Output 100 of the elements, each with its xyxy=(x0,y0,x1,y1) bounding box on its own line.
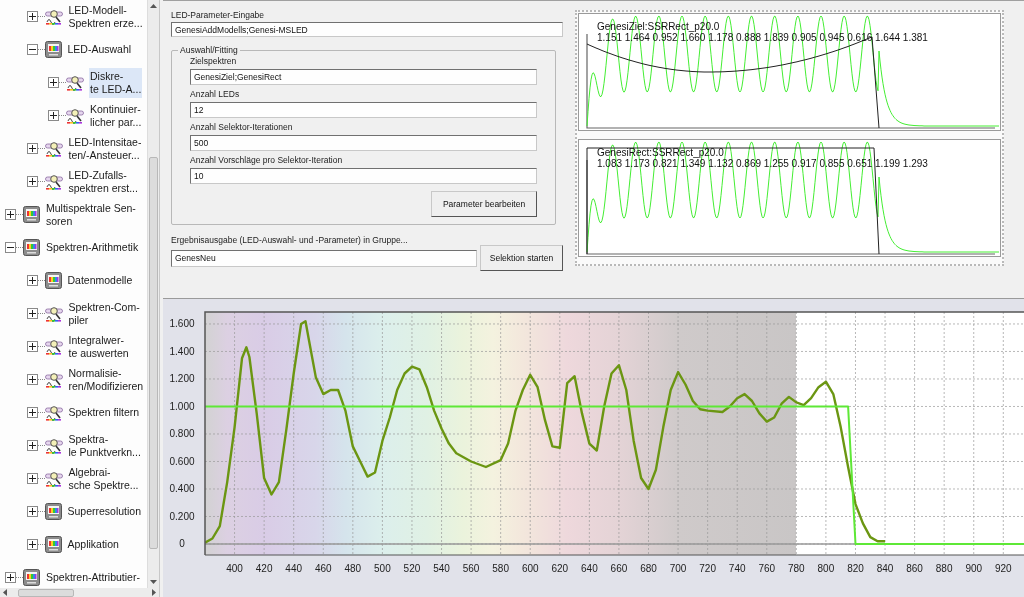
input-field[interactable]: 500 xyxy=(190,135,537,151)
x-tick-label: 780 xyxy=(788,563,805,574)
minus-icon xyxy=(7,244,14,251)
x-tick-label: 540 xyxy=(433,563,450,574)
scroll-down-icon[interactable] xyxy=(150,580,157,584)
input-field[interactable]: 10 xyxy=(190,168,537,184)
collapse-toggle[interactable] xyxy=(5,242,16,253)
parameter-input-field[interactable]: GenesiAddModells;Genesi-MSLED xyxy=(171,22,563,37)
plus-icon xyxy=(28,409,36,416)
tree-item[interactable]: Multispektrale Sen- soren xyxy=(45,199,137,230)
tree-item[interactable]: Integralwer- te auswerten xyxy=(67,331,130,362)
field-label: Anzahl Vorschläge pro Selektor-Iteration xyxy=(190,154,343,166)
expand-toggle[interactable] xyxy=(26,308,38,319)
scrollbar-thumb[interactable] xyxy=(18,589,74,597)
input-field[interactable]: 12 xyxy=(190,102,537,118)
x-tick-label: 760 xyxy=(758,563,776,574)
field-label: LED-Parameter-Eingabe xyxy=(171,9,265,21)
scroll-right-icon[interactable] xyxy=(152,589,156,596)
expand-toggle[interactable] xyxy=(26,440,38,451)
x-tick-label: 680 xyxy=(640,563,657,574)
tree-item[interactable]: Algebrai- sche Spektre... xyxy=(67,463,140,494)
magnifier-spectrum-icon xyxy=(44,470,63,487)
y-tick-label: 0 xyxy=(179,538,185,550)
x-tick-label: 620 xyxy=(551,563,569,574)
tree-item[interactable]: Spektren filtern xyxy=(67,404,141,421)
collapse-toggle[interactable] xyxy=(26,44,38,55)
y-tick-label: 1.000 xyxy=(169,401,195,412)
magnifier-spectrum-icon xyxy=(44,305,63,322)
x-tick-label: 740 xyxy=(728,563,746,574)
magnifier-spectrum-icon xyxy=(66,107,84,124)
expand-toggle[interactable] xyxy=(5,209,16,220)
tree-item[interactable]: Superresolution xyxy=(66,503,143,520)
y-tick-label: 0.800 xyxy=(169,428,195,440)
plus-icon xyxy=(28,178,36,185)
vertical-scrollbar[interactable] xyxy=(147,0,159,588)
x-tick-label: 580 xyxy=(492,563,509,574)
x-tick-label: 480 xyxy=(344,563,362,574)
x-tick-label: 500 xyxy=(374,563,391,574)
tree-item[interactable]: Normalisie- ren/Modifizieren xyxy=(67,364,145,395)
tree-item[interactable]: Kontinuier- licher par... xyxy=(89,100,143,131)
edit-parameters-button[interactable]: Parameter bearbeiten xyxy=(431,191,537,217)
x-tick-label: 800 xyxy=(817,563,835,574)
field-label: Zielspektren xyxy=(190,55,237,67)
y-tick-label: 1.200 xyxy=(169,373,195,385)
x-tick-label: 720 xyxy=(699,563,716,574)
plus-icon xyxy=(28,277,36,284)
x-tick-label: 920 xyxy=(994,563,1012,574)
y-tick-label: 0.600 xyxy=(169,456,195,467)
tree-item[interactable]: LED-Zufalls- spektren erst... xyxy=(67,166,139,197)
magnifier-spectrum-icon xyxy=(44,8,63,25)
expand-toggle[interactable] xyxy=(26,275,38,286)
x-tick-label: 520 xyxy=(403,563,421,574)
expand-toggle[interactable] xyxy=(48,77,59,88)
expand-toggle[interactable] xyxy=(26,143,38,154)
expand-toggle[interactable] xyxy=(26,539,38,550)
expand-toggle[interactable] xyxy=(5,572,16,583)
y-tick-label: 0.200 xyxy=(169,511,195,522)
tree-item[interactable]: Spektra- le Punktverkn... xyxy=(67,430,142,461)
tree-item[interactable]: Spektren-Com- piler xyxy=(67,298,141,329)
magnifier-spectrum-icon xyxy=(44,437,63,454)
tree-item[interactable]: Datenmodelle xyxy=(66,272,134,289)
tree-item[interactable]: LED-Modell- Spektren erze... xyxy=(67,1,144,32)
plus-icon xyxy=(28,310,36,317)
tree-item[interactable]: LED-Auswahl xyxy=(66,41,133,58)
expand-toggle[interactable] xyxy=(26,506,38,517)
expand-toggle[interactable] xyxy=(26,407,38,418)
plus-icon xyxy=(28,541,36,548)
tree-item[interactable]: Spektren-Attributier- xyxy=(45,569,141,586)
output-group-field[interactable]: GenesNeu xyxy=(171,249,477,267)
expand-toggle[interactable] xyxy=(26,374,38,385)
magnifier-spectrum-icon xyxy=(44,140,63,157)
tree-item[interactable]: Diskre- te LED-A... xyxy=(89,67,143,98)
scroll-up-icon[interactable] xyxy=(150,4,157,8)
plus-icon xyxy=(7,574,14,581)
input-field[interactable]: GenesiZiel;GenesiRect xyxy=(190,69,537,85)
start-selection-button[interactable]: Selektion starten xyxy=(480,245,563,271)
tree-item[interactable]: LED-Intensitae- ten/-Ansteuer... xyxy=(67,133,143,164)
plus-icon xyxy=(7,211,14,218)
expand-toggle[interactable] xyxy=(48,110,59,121)
x-tick-label: 640 xyxy=(581,563,598,574)
expand-toggle[interactable] xyxy=(26,11,38,22)
x-tick-label: 460 xyxy=(314,563,332,574)
x-tick-label: 880 xyxy=(935,563,953,574)
expand-toggle[interactable] xyxy=(26,176,38,187)
magnifier-spectrum-icon xyxy=(44,338,63,355)
magnifier-spectrum-icon xyxy=(44,173,63,190)
y-tick-label: 0.400 xyxy=(169,483,195,495)
plus-icon xyxy=(50,79,57,86)
x-tick-label: 660 xyxy=(610,563,628,574)
scroll-left-icon[interactable] xyxy=(3,589,7,596)
scrollbar-thumb[interactable] xyxy=(149,157,158,549)
horizontal-scrollbar[interactable] xyxy=(0,588,159,597)
plus-icon xyxy=(28,475,36,482)
magnifier-spectrum-icon xyxy=(44,404,63,421)
y-tick-label: 1.600 xyxy=(169,318,195,330)
tree-item[interactable]: Spektren-Arithmetik xyxy=(45,239,140,256)
plus-icon xyxy=(28,508,36,515)
expand-toggle[interactable] xyxy=(26,473,38,484)
tree-item[interactable]: Applikation xyxy=(66,536,120,553)
expand-toggle[interactable] xyxy=(26,341,38,352)
